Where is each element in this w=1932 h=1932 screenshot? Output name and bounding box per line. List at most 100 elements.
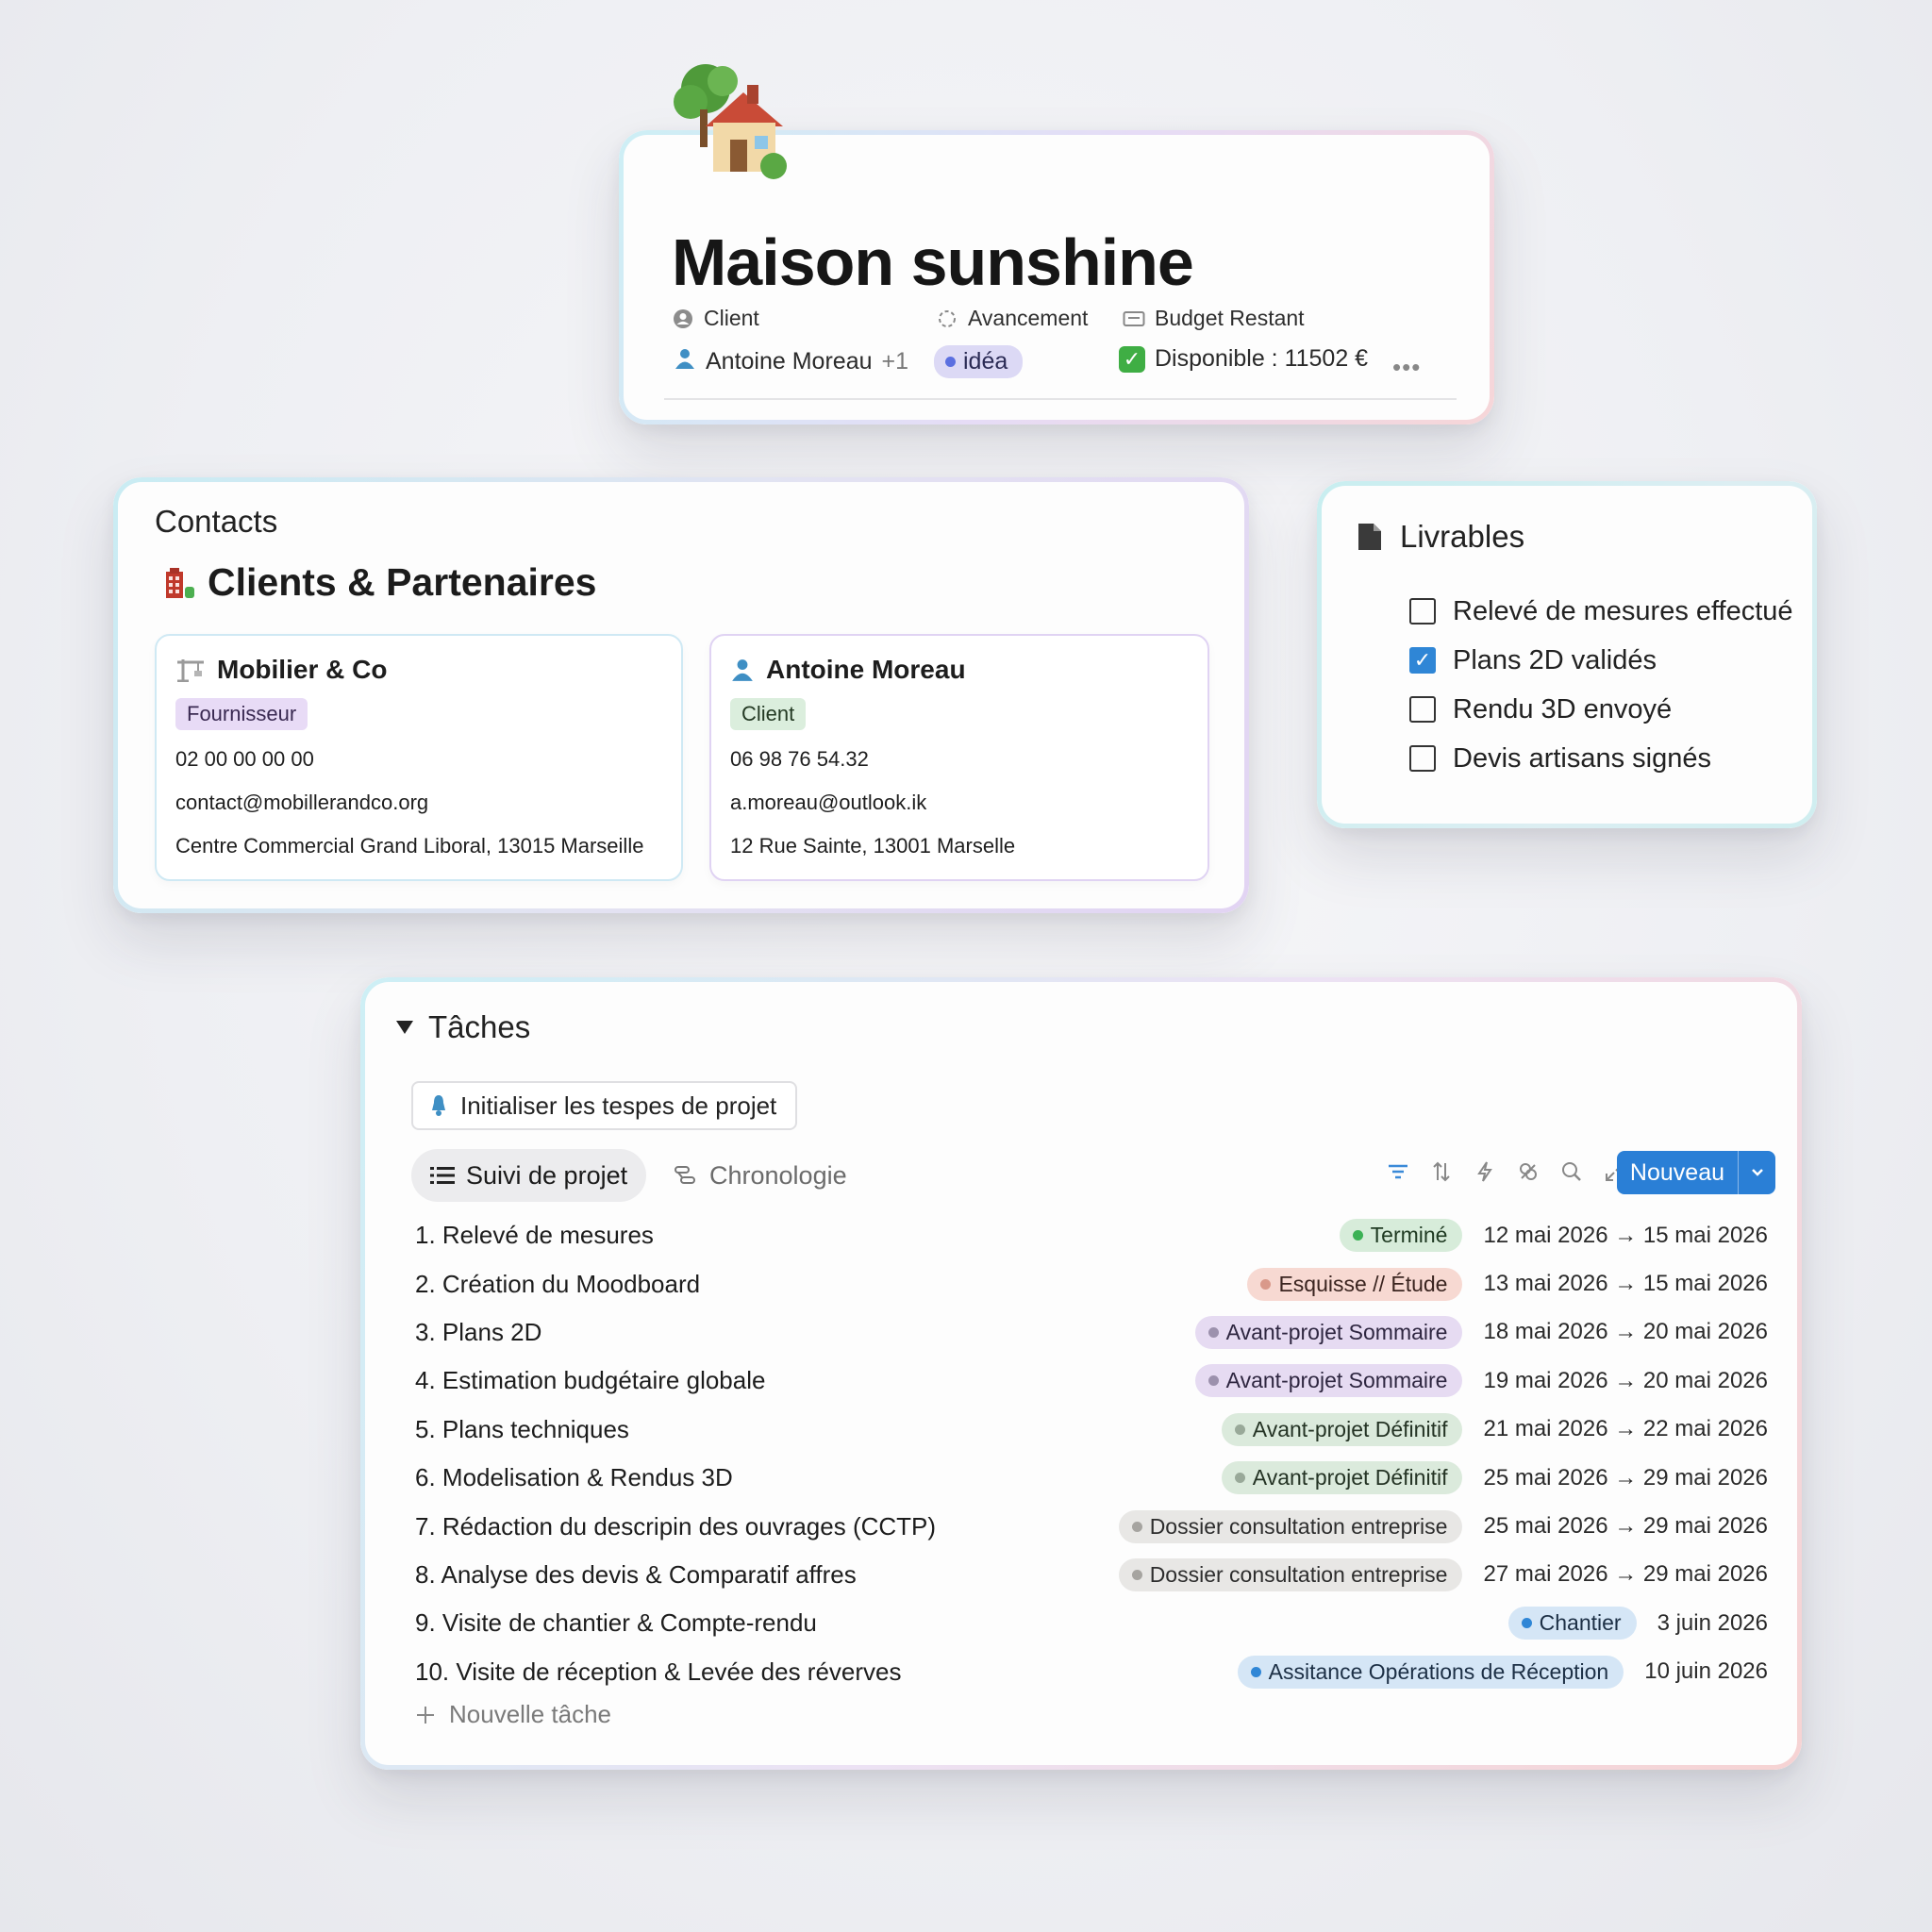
status-badge[interactable]: Avant-projet Définitif	[1221, 1412, 1463, 1446]
init-project-button[interactable]: Initialiser les tespes de projet	[411, 1081, 798, 1130]
status-pill-idea[interactable]: idéa	[934, 345, 1024, 378]
checklist-item[interactable]: ✓ Plans 2D validés	[1409, 636, 1793, 685]
contact-email[interactable]: contact@mobillerandco.org	[175, 791, 662, 815]
table-row[interactable]: 2. Création du Moodboard Esquisse // Étud…	[415, 1259, 1768, 1307]
divider	[664, 398, 1457, 400]
list-icon	[430, 1167, 455, 1184]
table-row[interactable]: 1. Relevé de mesures Terminé 12 mai 2026 →…	[415, 1211, 1768, 1259]
task-date-range[interactable]: 3 juin 2026	[1657, 1610, 1768, 1637]
livrables-checklist: Relevé de mesures effectué ✓ Plans 2D va…	[1409, 587, 1793, 783]
client-property-value[interactable]: Antoine Moreau +1	[674, 347, 908, 376]
status-dot-icon	[945, 357, 956, 367]
status-badge[interactable]: Chantier	[1507, 1607, 1637, 1641]
unlink-icon[interactable]	[1517, 1160, 1540, 1183]
table-row[interactable]: 5. Plans techniques Avant-projet Définiti…	[415, 1406, 1768, 1454]
contacts-card: Contacts Clients & Partenaires Mobilier …	[113, 477, 1249, 913]
status-dot-icon	[1208, 1326, 1219, 1338]
task-name[interactable]: 3. Plans 2D	[415, 1318, 1195, 1347]
contact-email[interactable]: a.moreau@outlook.ik	[730, 791, 1189, 815]
task-date-range[interactable]: 19 mai 2026 → 20 mai 2026	[1483, 1368, 1768, 1394]
contact-phone[interactable]: 06 98 76 54.32	[730, 747, 1189, 772]
tab-suivi-de-projet[interactable]: Suivi de projet	[411, 1149, 647, 1202]
taches-toggle-heading[interactable]: Tâches	[396, 1009, 530, 1045]
lightning-icon[interactable]	[1474, 1160, 1496, 1183]
table-row[interactable]: 8. Analyse des devis & Comparatif affres…	[415, 1551, 1768, 1599]
status-badge[interactable]: Avant-projet Sommaire	[1194, 1315, 1463, 1349]
table-row[interactable]: 3. Plans 2D Avant-projet Sommaire 18 mai 2…	[415, 1308, 1768, 1357]
checklist-item[interactable]: Relevé de mesures effectué	[1409, 587, 1793, 636]
task-name[interactable]: 2. Création du Moodboard	[415, 1270, 1247, 1299]
contact-address: 12 Rue Sainte, 13001 Marselle	[730, 834, 1016, 858]
status-dot-icon	[1521, 1618, 1532, 1629]
plus-icon	[417, 1706, 434, 1724]
avancement-property-value[interactable]: idéa	[934, 345, 1024, 378]
status-dot-icon	[1260, 1278, 1272, 1290]
status-badge[interactable]: Assitance Opérations de Réception	[1237, 1655, 1624, 1689]
bell-icon	[432, 1095, 445, 1116]
more-properties-icon[interactable]: •••	[1392, 353, 1421, 382]
person-icon	[732, 659, 753, 681]
toggle-triangle-icon[interactable]	[396, 1021, 413, 1034]
task-name[interactable]: 4. Estimation budgétaire globale	[415, 1366, 1195, 1395]
table-row[interactable]: 6. Modelisation & Rendus 3D Avant-projet …	[415, 1454, 1768, 1502]
task-name[interactable]: 7. Rédaction du descripin des ouvrages (…	[415, 1512, 1119, 1541]
contacts-database-title[interactable]: Clients & Partenaires	[164, 560, 596, 605]
sort-icon[interactable]	[1430, 1160, 1453, 1183]
checkbox[interactable]	[1409, 696, 1436, 723]
contact-card-mobilier[interactable]: Mobilier & Co Fournisseur 02 00 00 00 00…	[155, 634, 683, 881]
task-date-range[interactable]: 27 mai 2026 → 29 mai 2026	[1483, 1561, 1768, 1588]
task-date-range[interactable]: 10 juin 2026	[1644, 1658, 1768, 1685]
checklist-item[interactable]: Devis artisans signés	[1409, 734, 1793, 783]
status-dot-icon	[1250, 1666, 1261, 1677]
status-badge[interactable]: Terminé	[1339, 1219, 1463, 1253]
task-date-range[interactable]: 13 mai 2026 → 15 mai 2026	[1483, 1271, 1768, 1297]
task-date-range[interactable]: 12 mai 2026 → 15 mai 2026	[1483, 1223, 1768, 1249]
status-dot-icon	[1234, 1424, 1245, 1435]
new-task-button[interactable]: Nouvelle tâche	[415, 1700, 611, 1729]
client-property-label: Client	[672, 306, 759, 331]
status-badge[interactable]: Avant-projet Définitif	[1221, 1461, 1463, 1495]
checklist-item[interactable]: Rendu 3D envoyé	[1409, 685, 1793, 734]
person-circle-icon	[672, 308, 694, 330]
task-list: 1. Relevé de mesures Terminé 12 mai 2026 →…	[415, 1211, 1768, 1696]
checkbox-checked[interactable]: ✓	[1409, 647, 1436, 674]
task-date-range[interactable]: 18 mai 2026 → 20 mai 2026	[1483, 1319, 1768, 1345]
avancement-property-label: Avancement	[936, 306, 1088, 331]
timeline-icon	[675, 1166, 695, 1184]
task-name[interactable]: 5. Plans techniques	[415, 1415, 1222, 1444]
contact-type-tag: Client	[730, 698, 807, 730]
check-mark-icon: ✓	[1119, 345, 1145, 373]
table-row[interactable]: 7. Rédaction du descripin des ouvrages (…	[415, 1502, 1768, 1550]
contact-card-antoine[interactable]: Antoine Moreau Client 06 98 76 54.32 a.m…	[709, 634, 1209, 881]
status-badge[interactable]: Esquisse // Étude	[1247, 1267, 1463, 1301]
status-dot-icon	[1234, 1473, 1245, 1484]
table-row[interactable]: 4. Estimation budgétaire globale Avant-pr…	[415, 1357, 1768, 1405]
filter-icon[interactable]	[1387, 1160, 1409, 1183]
task-name[interactable]: 6. Modelisation & Rendus 3D	[415, 1463, 1222, 1492]
task-date-range[interactable]: 21 mai 2026 → 22 mai 2026	[1483, 1416, 1768, 1442]
checkbox[interactable]	[1409, 598, 1436, 625]
contact-phone[interactable]: 02 00 00 00 00	[175, 747, 662, 772]
task-name[interactable]: 10. Visite de réception & Levée des réve…	[415, 1657, 1238, 1687]
task-name[interactable]: 8. Analyse des devis & Comparatif affres	[415, 1560, 1119, 1590]
tab-chronologie[interactable]: Chronologie	[655, 1149, 866, 1202]
status-badge[interactable]: Avant-projet Sommaire	[1194, 1364, 1463, 1398]
task-date-range[interactable]: 25 mai 2026 → 29 mai 2026	[1483, 1513, 1768, 1540]
task-date-range[interactable]: 25 mai 2026 → 29 mai 2026	[1483, 1465, 1768, 1491]
table-row[interactable]: 10. Visite de réception & Levée des réve…	[415, 1648, 1768, 1696]
taches-card: Tâches Initialiser les tespes de projet …	[360, 977, 1802, 1770]
task-name[interactable]: 1. Relevé de mesures	[415, 1221, 1340, 1250]
status-badge[interactable]: Dossier consultation entreprise	[1118, 1557, 1463, 1591]
new-entry-button[interactable]: Nouveau	[1616, 1151, 1775, 1194]
task-name[interactable]: 9. Visite de chantier & Compte-rendu	[415, 1608, 1508, 1638]
contact-name: Antoine Moreau	[730, 655, 1189, 685]
chevron-down-icon[interactable]	[1738, 1151, 1775, 1194]
status-dot-icon	[1352, 1230, 1363, 1241]
table-row[interactable]: 9. Visite de chantier & Compte-rendu Chan…	[415, 1599, 1768, 1647]
search-icon[interactable]	[1560, 1160, 1583, 1183]
status-badge[interactable]: Dossier consultation entreprise	[1118, 1509, 1463, 1543]
checkbox[interactable]	[1409, 745, 1436, 772]
wallet-icon	[1123, 308, 1145, 330]
budget-property-value[interactable]: ✓ Disponible : 11502 €	[1119, 345, 1368, 373]
page-title: Maison sunshine	[672, 225, 1194, 299]
